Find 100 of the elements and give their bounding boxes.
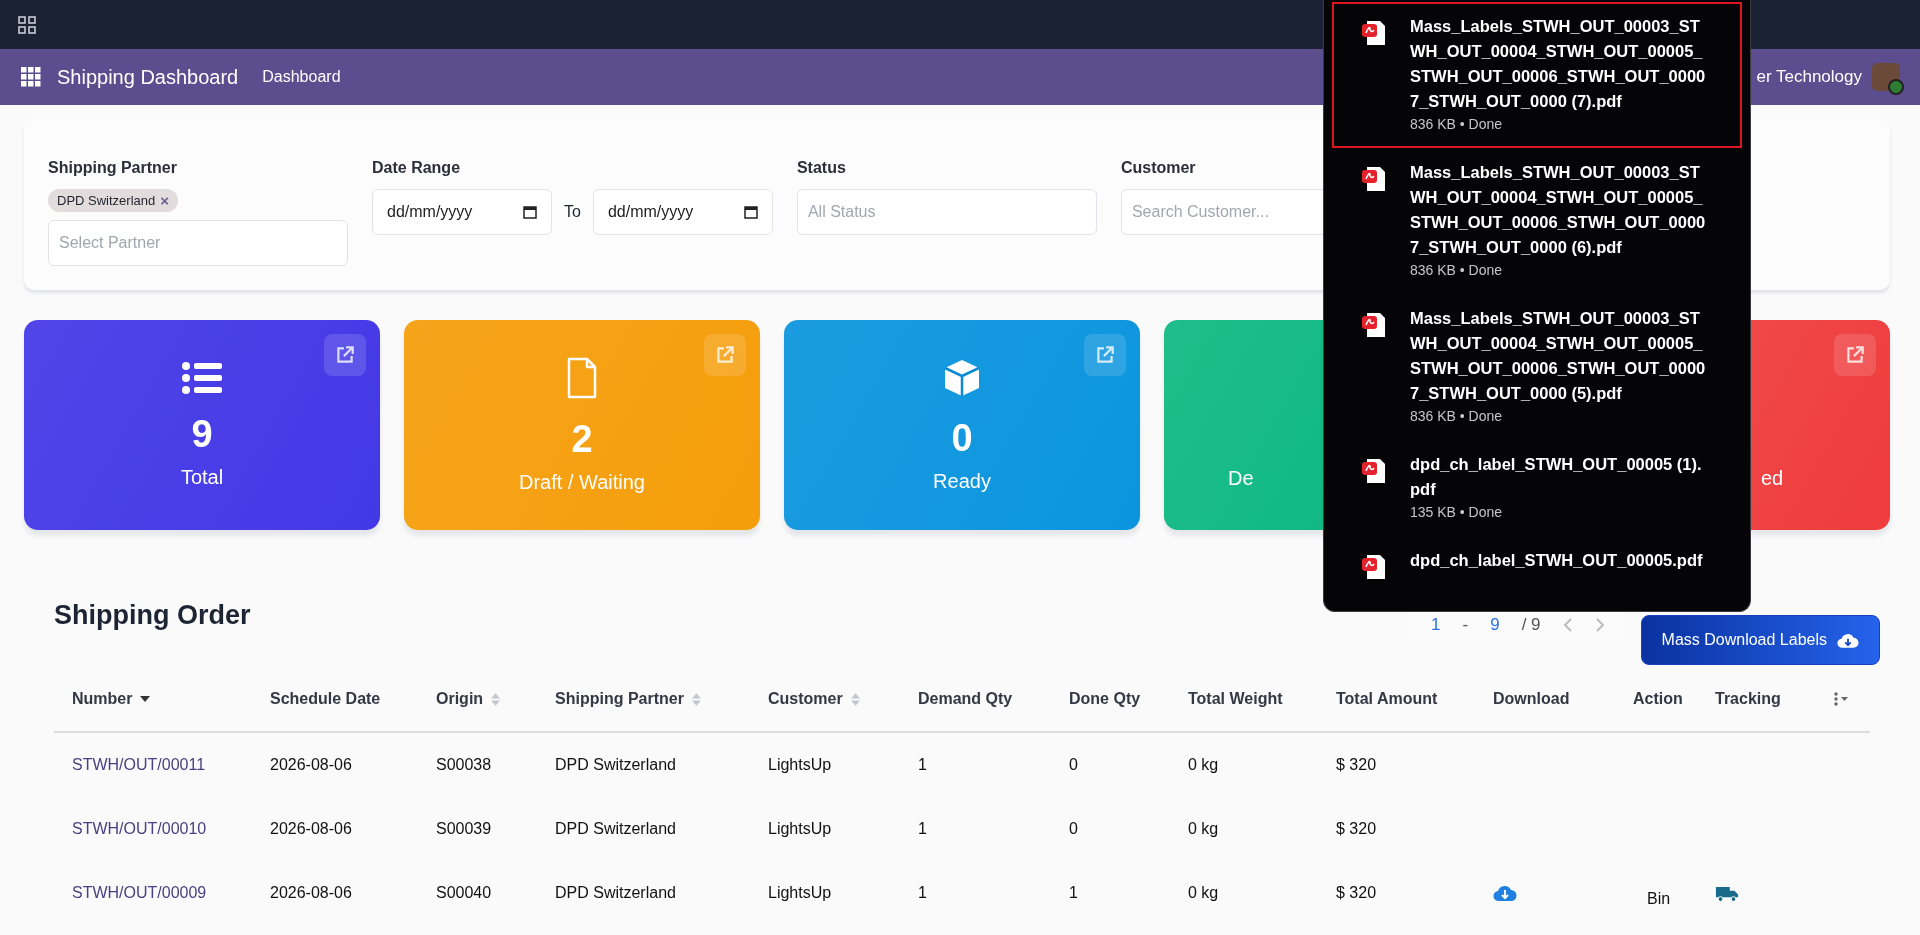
stat-label: Ready xyxy=(933,469,991,493)
truck-icon[interactable] xyxy=(1715,884,1739,902)
calendar-icon[interactable] xyxy=(523,205,537,219)
calendar-icon[interactable] xyxy=(743,205,758,219)
partner-tag: DPD Switzerland × xyxy=(48,189,179,212)
file-status: 836 KB • Done xyxy=(1410,116,1504,132)
column-header[interactable]: Number xyxy=(72,690,133,708)
table-cell-text: S00040 xyxy=(436,884,493,902)
stat-label: ed xyxy=(1761,467,1784,490)
stat-label: Draft / Waiting xyxy=(519,470,645,494)
table-cell-text: 0 kg xyxy=(1188,820,1220,838)
sort-descending-icon[interactable] xyxy=(140,696,151,702)
table-cell-text: 2026-08-06 xyxy=(270,820,353,838)
column-options-icon[interactable] xyxy=(1833,692,1849,706)
cloud-download-icon xyxy=(1837,631,1859,649)
table-cell-text: 0 xyxy=(1069,820,1079,838)
section-title: Shipping Order xyxy=(54,599,251,631)
table-cell-text: 1 xyxy=(918,884,928,902)
download-item[interactable]: Mass_Labels_STWH_OUT_00003_STWH_OUT_00004_STWH_OUT_00005_STWH_OUT_00006_STWH_OUT_00007_STWH_OUT_0000 (5).pdf 836 KB • Done xyxy=(1332,294,1742,440)
table-cell-text: 1 xyxy=(918,756,928,774)
stat-card[interactable]: ed xyxy=(1751,320,1890,530)
order-number-link[interactable]: STWH/OUT/00010 xyxy=(72,820,270,838)
file-status: 836 KB • Done xyxy=(1410,262,1504,278)
page-end[interactable]: 9 xyxy=(1490,615,1500,635)
table-cell-text: $ 320 xyxy=(1336,884,1378,902)
table-cell-text: DPD Switzerland xyxy=(555,756,677,774)
file-status: 135 KB • Done xyxy=(1410,504,1504,520)
file-name: Mass_Labels_STWH_OUT_00003_STWH_OUT_00004_STWH_OUT_00005_STWH_OUT_00006_STWH_OUT_00007_STWH_OUT_0000 (5).pdf xyxy=(1410,308,1707,404)
date-from-field[interactable]: dd/mm/yyyy xyxy=(372,189,552,235)
table-cell-text: 0 xyxy=(1069,756,1079,774)
pdf-file-icon xyxy=(1362,554,1386,580)
page-start[interactable]: 1 xyxy=(1431,615,1441,635)
table-cell-text: 1 xyxy=(1069,884,1079,902)
table-cell-text: $ 320 xyxy=(1336,820,1378,838)
column-header[interactable]: Tracking xyxy=(1715,690,1781,708)
table-cell-text: DPD Switzerland xyxy=(555,820,677,838)
table-cell-text: 0 kg xyxy=(1188,884,1220,902)
date-separator: To xyxy=(564,203,581,221)
column-header[interactable]: Demand Qty xyxy=(918,690,1013,708)
table-cell-text: S00039 xyxy=(436,820,493,838)
menu-icon[interactable] xyxy=(21,67,41,87)
remove-tag-button[interactable]: × xyxy=(160,192,170,209)
stat-value: 0 xyxy=(951,415,973,460)
column-header[interactable]: Download xyxy=(1493,690,1570,708)
table-cell-text: S00038 xyxy=(436,756,493,774)
open-external-icon[interactable] xyxy=(1834,334,1876,376)
download-item[interactable]: dpd_ch_label_STWH_OUT_00005.pdf xyxy=(1332,536,1742,596)
page-dash: - xyxy=(1462,615,1469,635)
table-cell-text: DPD Switzerland xyxy=(555,884,677,902)
stat-value: 2 xyxy=(571,416,593,461)
stat-value: 9 xyxy=(191,411,213,456)
column-header[interactable]: Schedule Date xyxy=(270,690,381,708)
page-total: / 9 xyxy=(1521,615,1541,635)
open-external-icon[interactable] xyxy=(324,334,366,376)
date-to-field[interactable]: dd/mm/yyyy xyxy=(592,189,773,235)
table-cell-text: 1 xyxy=(918,820,928,838)
partner-select[interactable]: Select Partner xyxy=(48,220,348,266)
filter-label: Customer xyxy=(1120,159,1196,178)
stat-card[interactable]: 9 Total xyxy=(24,320,380,530)
column-header[interactable]: Customer xyxy=(768,690,843,708)
column-header[interactable]: Shipping Partner xyxy=(555,690,684,708)
app-title[interactable]: Shipping Dashboard xyxy=(57,65,239,89)
apps-icon[interactable] xyxy=(17,14,37,35)
pdf-file-icon xyxy=(1362,458,1386,484)
filter-label: Date Range xyxy=(372,159,461,178)
status-select[interactable]: All Status xyxy=(796,189,1097,235)
table-cell-text: 2026-08-06 xyxy=(270,756,353,774)
file-name: Mass_Labels_STWH_OUT_00003_STWH_OUT_00004_STWH_OUT_00005_STWH_OUT_00006_STWH_OUT_00007_STWH_OUT_0000 (7).pdf xyxy=(1410,16,1707,112)
file-name: dpd_ch_label_STWH_OUT_00005 (1).pdf xyxy=(1410,454,1703,500)
list-icon xyxy=(182,361,222,394)
download-item[interactable]: dpd_ch_label_STWH_OUT_00005 (1).pdf 135 KB • Done xyxy=(1332,440,1742,536)
document-icon xyxy=(566,356,598,399)
table-cell-text: 0 kg xyxy=(1188,756,1220,774)
nav-link[interactable]: Dashboard xyxy=(262,68,341,86)
column-header[interactable]: Total Weight xyxy=(1188,690,1283,708)
mass-download-button[interactable]: Mass Download Labels xyxy=(1640,615,1880,665)
cloud-download-icon[interactable] xyxy=(1493,884,1517,902)
pdf-file-icon xyxy=(1362,20,1386,46)
file-status: 836 KB • Done xyxy=(1410,408,1504,424)
cube-icon xyxy=(942,357,982,398)
table-cell-text: LightsUp xyxy=(768,820,833,838)
table-cell-text: $ 320 xyxy=(1336,756,1378,774)
pdf-file-icon xyxy=(1362,166,1386,192)
filter-label: Status xyxy=(796,159,846,178)
action-label[interactable]: Bin xyxy=(1647,890,1671,908)
column-header[interactable]: Origin xyxy=(436,690,484,708)
open-external-icon[interactable] xyxy=(1084,334,1126,376)
file-name: dpd_ch_label_STWH_OUT_00005.pdf xyxy=(1410,550,1704,571)
table-cell-text: LightsUp xyxy=(768,884,833,902)
column-header[interactable]: Done Qty xyxy=(1069,690,1141,708)
column-header[interactable]: Action xyxy=(1633,690,1683,708)
table-cell-text: LightsUp xyxy=(768,756,833,774)
stat-label: De xyxy=(1228,467,1254,490)
column-header[interactable]: Total Amount xyxy=(1336,690,1438,708)
table-cell-text: 2026-08-06 xyxy=(270,884,353,902)
order-number-link[interactable]: STWH/OUT/00009 xyxy=(72,884,270,902)
order-number-link[interactable]: STWH/OUT/00011 xyxy=(72,756,270,774)
company-name[interactable]: er Technology xyxy=(1756,67,1862,87)
download-item[interactable]: Mass_Labels_STWH_OUT_00003_STWH_OUT_00004_STWH_OUT_00005_STWH_OUT_00006_STWH_OUT_00007_STWH_OUT_0000 (7).pdf 836 KB • Done xyxy=(1332,2,1742,148)
filter-label: Shipping Partner xyxy=(48,159,177,178)
